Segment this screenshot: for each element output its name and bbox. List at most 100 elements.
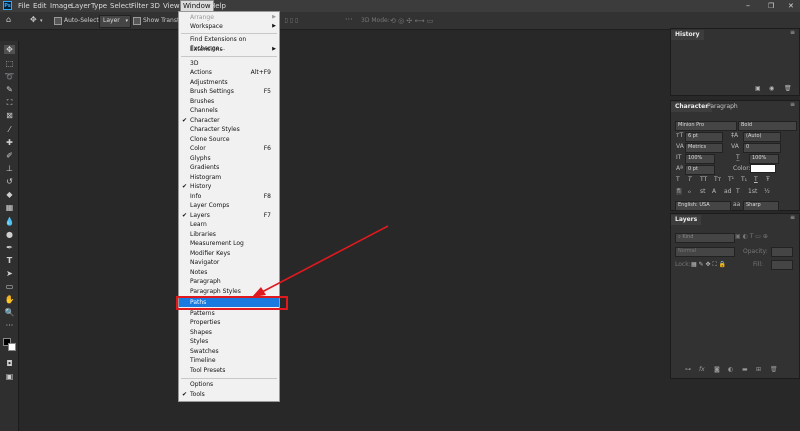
- menu-item-layer-comps[interactable]: Layer Comps: [179, 201, 279, 210]
- swash-button[interactable]: A: [712, 188, 716, 195]
- edit-toolbar-icon[interactable]: ···: [4, 321, 15, 330]
- vertical-scale-field[interactable]: 100%: [685, 154, 715, 164]
- faux-italic-button[interactable]: T: [688, 176, 692, 183]
- menu-item-extensions[interactable]: Extensions ▶: [179, 45, 279, 54]
- gradient-tool-icon[interactable]: ▦: [4, 203, 15, 212]
- font-style-select[interactable]: Bold: [738, 121, 797, 131]
- contextual-alternates-button[interactable]: ℴ: [688, 188, 691, 195]
- autoselect-checkbox[interactable]: Auto-Select:: [54, 16, 101, 26]
- all-caps-button[interactable]: TT: [700, 176, 707, 183]
- leading-field[interactable]: (Auto): [743, 132, 781, 142]
- superscript-button[interactable]: T¹: [728, 176, 734, 183]
- panel-menu-icon[interactable]: ≡: [790, 101, 795, 108]
- menu-item-modifier-keys[interactable]: Modifier Keys: [179, 249, 279, 258]
- menu-item-channels[interactable]: Channels: [179, 106, 279, 115]
- pen-tool-icon[interactable]: ✒: [4, 243, 15, 252]
- quick-mask-icon[interactable]: ◘: [4, 359, 15, 368]
- panel-menu-icon[interactable]: ≡: [790, 29, 795, 36]
- fill-field[interactable]: [771, 260, 793, 270]
- link-layers-icon[interactable]: ⊶: [685, 366, 691, 373]
- menu-item-glyphs[interactable]: Glyphs: [179, 154, 279, 163]
- type-tool-icon[interactable]: T: [4, 256, 15, 265]
- crop-tool-icon[interactable]: ⛶: [4, 98, 15, 107]
- menu-item-histogram[interactable]: Histogram: [179, 173, 279, 182]
- menu-item-clone-source[interactable]: Clone Source: [179, 135, 279, 144]
- menu-file[interactable]: File: [16, 1, 32, 11]
- menu-item-3d[interactable]: 3D: [179, 59, 279, 68]
- dodge-tool-icon[interactable]: ●: [4, 230, 15, 239]
- trash-icon[interactable]: 🗑: [770, 366, 778, 373]
- menu-type[interactable]: Type: [89, 1, 109, 11]
- lasso-tool-icon[interactable]: ➰: [4, 72, 15, 81]
- close-button[interactable]: ✕: [788, 1, 794, 11]
- hand-tool-icon[interactable]: ✋: [4, 295, 15, 304]
- fractions-button[interactable]: ½: [764, 188, 770, 195]
- eyedropper-tool-icon[interactable]: ⁄: [4, 125, 15, 134]
- layer-style-icon[interactable]: fx: [699, 366, 705, 373]
- frame-tool-icon[interactable]: ⊠: [4, 111, 15, 120]
- menu-item-brush-settings[interactable]: Brush Settings F5: [179, 87, 279, 96]
- menu-item-brushes[interactable]: Brushes: [179, 97, 279, 106]
- subscript-button[interactable]: T₁: [741, 176, 747, 183]
- minimize-button[interactable]: –: [746, 1, 750, 11]
- clone-stamp-tool-icon[interactable]: ⊥: [4, 164, 15, 173]
- ordinals-button[interactable]: 1st: [748, 188, 757, 195]
- rectangle-tool-icon[interactable]: ▭: [4, 282, 15, 291]
- menu-item-patterns[interactable]: Patterns: [179, 309, 279, 318]
- menu-item-gradients[interactable]: Gradients: [179, 163, 279, 172]
- menu-item-navigator[interactable]: Navigator: [179, 258, 279, 267]
- snapshot-icon[interactable]: ◉: [769, 85, 774, 92]
- font-family-select[interactable]: Minion Pro: [675, 121, 737, 131]
- underline-button[interactable]: T: [754, 176, 758, 183]
- menu-item-tools[interactable]: ✔ Tools: [179, 390, 279, 399]
- lock-buttons[interactable]: ▦ ✎ ✥ ⛶ 🔒: [691, 261, 726, 269]
- trash-icon[interactable]: 🗑: [784, 85, 792, 92]
- tab-layers[interactable]: Layers: [671, 215, 702, 225]
- menu-item-find-extensions[interactable]: Find Extensions on Exchange...: [179, 35, 279, 52]
- screen-mode-icon[interactable]: ▣: [4, 372, 15, 381]
- brush-tool-icon[interactable]: ✐: [4, 151, 15, 160]
- tab-paragraph[interactable]: Paragraph: [703, 102, 742, 112]
- tab-history[interactable]: History: [671, 30, 704, 40]
- menu-item-character-styles[interactable]: Character Styles: [179, 125, 279, 134]
- menu-edit[interactable]: Edit: [31, 1, 49, 11]
- healing-brush-tool-icon[interactable]: ✚: [4, 138, 15, 147]
- strikethrough-button[interactable]: Ŧ: [766, 176, 770, 183]
- menu-item-notes[interactable]: Notes: [179, 268, 279, 277]
- autoselect-target-select[interactable]: Layer ▾: [99, 15, 131, 28]
- horizontal-scale-field[interactable]: 100%: [749, 154, 779, 164]
- restore-button[interactable]: ❐: [768, 1, 774, 11]
- menu-item-history[interactable]: ✔ History: [179, 182, 279, 191]
- menu-item-shapes[interactable]: Shapes: [179, 328, 279, 337]
- new-group-icon[interactable]: ▬: [742, 366, 748, 373]
- menu-item-styles[interactable]: Styles: [179, 337, 279, 346]
- marquee-tool-icon[interactable]: ⬚: [4, 59, 15, 68]
- eraser-tool-icon[interactable]: ◆: [4, 190, 15, 199]
- 3d-tool-icons[interactable]: ⟲ ◎ ✣ ⟷ ▭: [390, 16, 433, 26]
- ligatures-button[interactable]: fi: [676, 188, 682, 195]
- menu-item-timeline[interactable]: Timeline: [179, 356, 279, 365]
- more-options-icon[interactable]: ···: [345, 15, 353, 25]
- menu-item-adjustments[interactable]: Adjustments: [179, 78, 279, 87]
- new-layer-icon[interactable]: ⊞: [756, 366, 761, 373]
- menu-help[interactable]: Help: [208, 1, 228, 11]
- faux-bold-button[interactable]: T: [676, 176, 680, 183]
- menu-item-arrange[interactable]: Arrange ▶: [179, 13, 279, 22]
- menu-3d[interactable]: 3D: [148, 1, 162, 11]
- move-preset-chevron-icon[interactable]: ▾: [40, 16, 43, 26]
- kerning-field[interactable]: Metrics: [685, 143, 723, 153]
- titling-alternates-button[interactable]: T: [736, 188, 740, 195]
- menu-item-learn[interactable]: Learn: [179, 220, 279, 229]
- menu-item-actions[interactable]: Actions Alt+F9: [179, 68, 279, 77]
- opacity-field[interactable]: [771, 247, 793, 257]
- stylistic-alternates-button[interactable]: ad: [724, 188, 732, 195]
- menu-item-workspace[interactable]: Workspace ▶: [179, 22, 279, 31]
- move-tool-icon[interactable]: ✥: [4, 45, 15, 54]
- move-tool-icon[interactable]: ✥: [30, 15, 37, 25]
- font-size-field[interactable]: 6 pt: [685, 132, 723, 142]
- menu-item-swatches[interactable]: Swatches: [179, 347, 279, 356]
- panel-menu-icon[interactable]: ≡: [790, 214, 795, 221]
- filter-type-icons[interactable]: ▣ ◐ T ▭ ⊕: [735, 233, 768, 240]
- menu-item-libraries[interactable]: Libraries: [179, 230, 279, 239]
- baseline-shift-field[interactable]: 0 pt: [685, 165, 715, 175]
